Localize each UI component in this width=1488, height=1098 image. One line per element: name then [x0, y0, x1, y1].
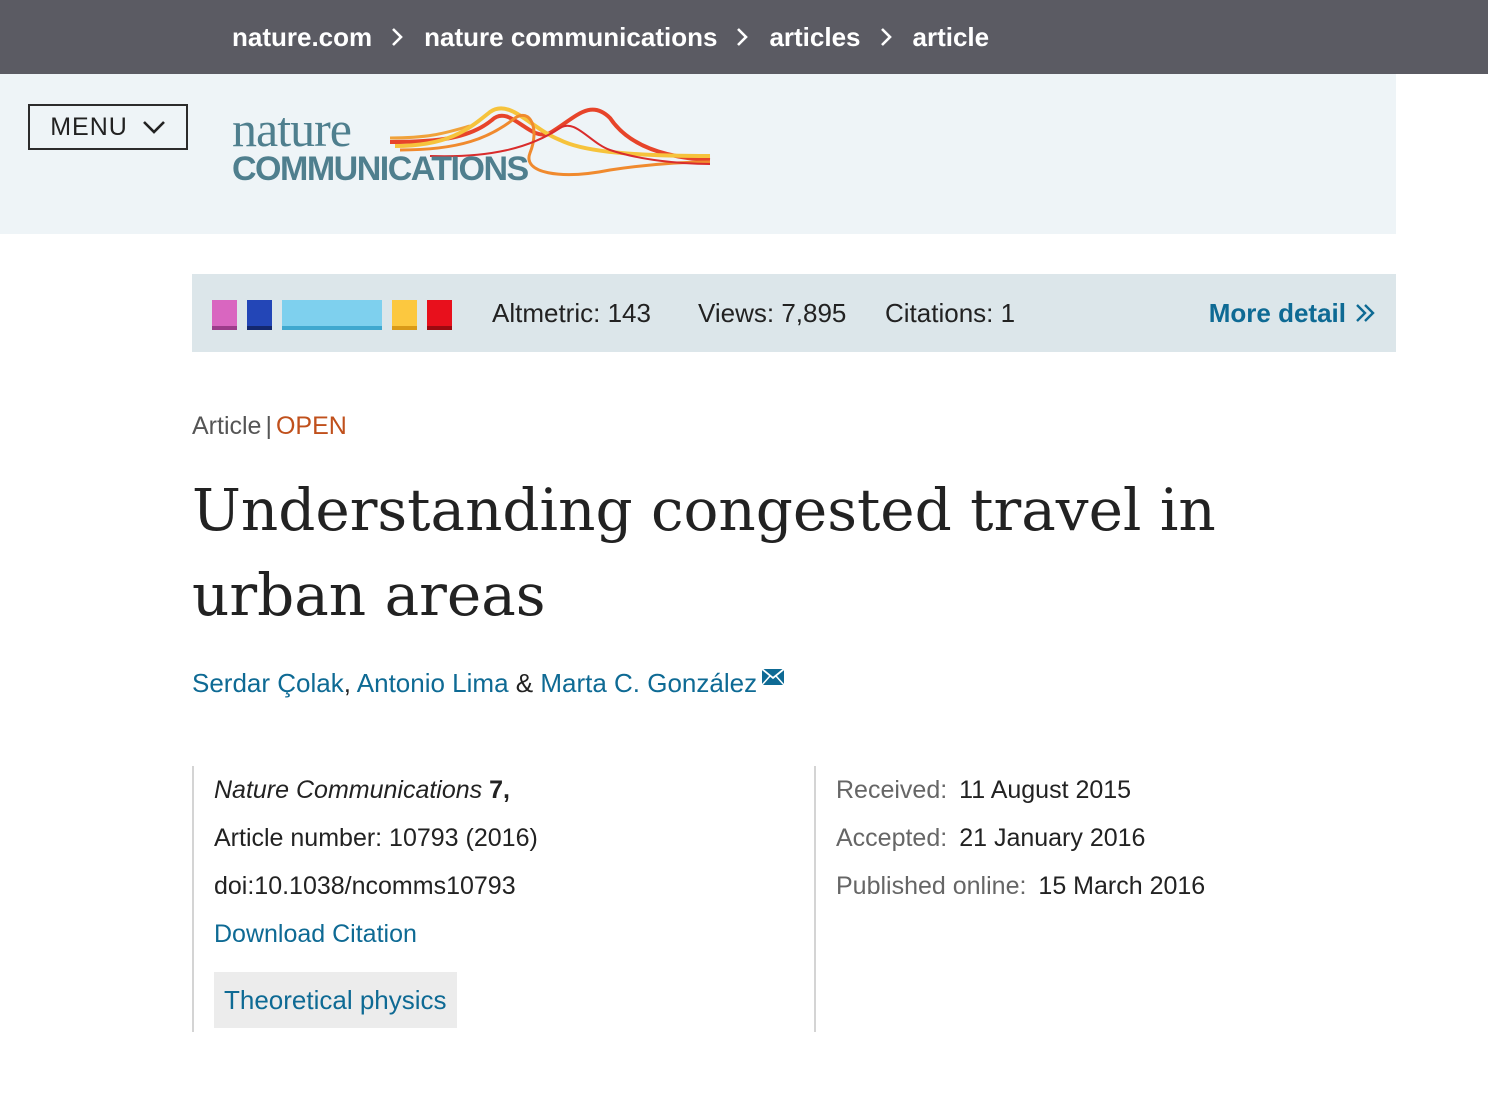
- subject-tag[interactable]: Theoretical physics: [214, 972, 457, 1028]
- published-label: Published online:: [836, 872, 1027, 900]
- accepted-value: 21 January 2016: [959, 824, 1146, 852]
- publication-dates: Received: 11 August 2015 Accepted: 21 Janu…: [814, 766, 1374, 1032]
- article-metrics-bar: Altmetric: 143 Views: 7,895 Citations: 1…: [192, 274, 1396, 352]
- received-date: Received: 11 August 2015: [836, 776, 1131, 805]
- journal-logo[interactable]: nature COMMUNICATIONS: [230, 98, 715, 198]
- chevron-right-icon: [880, 28, 892, 46]
- more-detail-label: More detail: [1208, 297, 1346, 328]
- breadcrumb-nature-communications[interactable]: nature communications: [424, 22, 717, 53]
- breadcrumb: nature.com nature communications article…: [232, 0, 989, 74]
- volume-number: 7: [489, 776, 504, 804]
- views-count: Views: 7,895: [698, 297, 847, 328]
- altmetric-swatch-blue-underline: [247, 326, 272, 330]
- altmetric-swatch-yellow: [392, 300, 417, 330]
- altmetric-swatch-lightblue-underline: [282, 326, 382, 330]
- breadcrumb-articles[interactable]: articles: [769, 22, 860, 53]
- article-type-label: Article | OPEN: [192, 412, 347, 441]
- journal-name: Nature Communications: [214, 776, 483, 804]
- published-value: 15 March 2016: [1038, 872, 1206, 900]
- received-label: Received:: [836, 776, 948, 804]
- article-title: Understanding congested travel in urban …: [192, 476, 1216, 629]
- top-navigation-bar: nature.com nature communications article…: [0, 0, 1488, 74]
- publication-info: Nature Communications 7, Article number:…: [192, 766, 814, 1032]
- altmetric-swatch-red: [427, 300, 452, 330]
- altmetric-swatch-pink: [212, 300, 237, 330]
- article-type: Article: [192, 412, 262, 440]
- double-chevron-right-icon: [1356, 304, 1375, 322]
- altmetric-badge-icon[interactable]: [212, 300, 462, 330]
- altmetric-swatch-yellow-underline: [392, 326, 417, 330]
- volume-suffix: ,: [503, 776, 510, 804]
- received-value: 11 August 2015: [959, 776, 1132, 804]
- download-citation-link[interactable]: Download Citation: [214, 920, 417, 949]
- breadcrumb-nature-com[interactable]: nature.com: [232, 22, 372, 53]
- citations-count: Citations: 1: [885, 297, 1016, 328]
- chevron-right-icon: [392, 28, 403, 46]
- author-link[interactable]: Marta C. González: [540, 668, 757, 698]
- article-number: Article number: 10793 (2016): [214, 824, 538, 852]
- author-link[interactable]: Antonio Lima: [357, 668, 509, 698]
- doi: doi:10.1038/ncomms10793: [214, 872, 516, 900]
- chevron-right-icon: [737, 28, 749, 46]
- altmetric-swatch-lightblue: [282, 300, 382, 330]
- altmetric-swatch-red-underline: [427, 326, 452, 330]
- author-list: Serdar Çolak, Antonio Lima & Marta C. Go…: [192, 668, 785, 699]
- breadcrumb-article: article: [912, 21, 990, 52]
- altmetric-swatch-blue: [247, 300, 272, 330]
- article-type-separator: |: [265, 412, 272, 440]
- email-icon[interactable]: [761, 668, 785, 686]
- author-separator: &: [515, 668, 534, 698]
- author-separator: ,: [343, 668, 351, 698]
- logo-communications-text: COMMUNICATIONS: [232, 150, 529, 188]
- menu-button-label: MENU: [50, 112, 128, 141]
- masthead: MENU nature COMMUNICATIONS: [0, 74, 1396, 234]
- open-access-badge: OPEN: [275, 412, 347, 440]
- altmetric-score: Altmetric: 143: [492, 297, 651, 328]
- published-date: Published online: 15 March 2016: [836, 872, 1205, 901]
- menu-button[interactable]: MENU: [28, 104, 188, 150]
- accepted-date: Accepted: 21 January 2016: [836, 824, 1145, 853]
- accepted-label: Accepted:: [836, 824, 948, 852]
- more-detail-link[interactable]: More detail: [1209, 274, 1376, 352]
- chevron-down-icon: [142, 121, 165, 134]
- author-link[interactable]: Serdar Çolak: [192, 668, 344, 698]
- citation-journal-line: Nature Communications 7,: [214, 776, 510, 805]
- altmetric-swatch-pink-underline: [212, 326, 237, 330]
